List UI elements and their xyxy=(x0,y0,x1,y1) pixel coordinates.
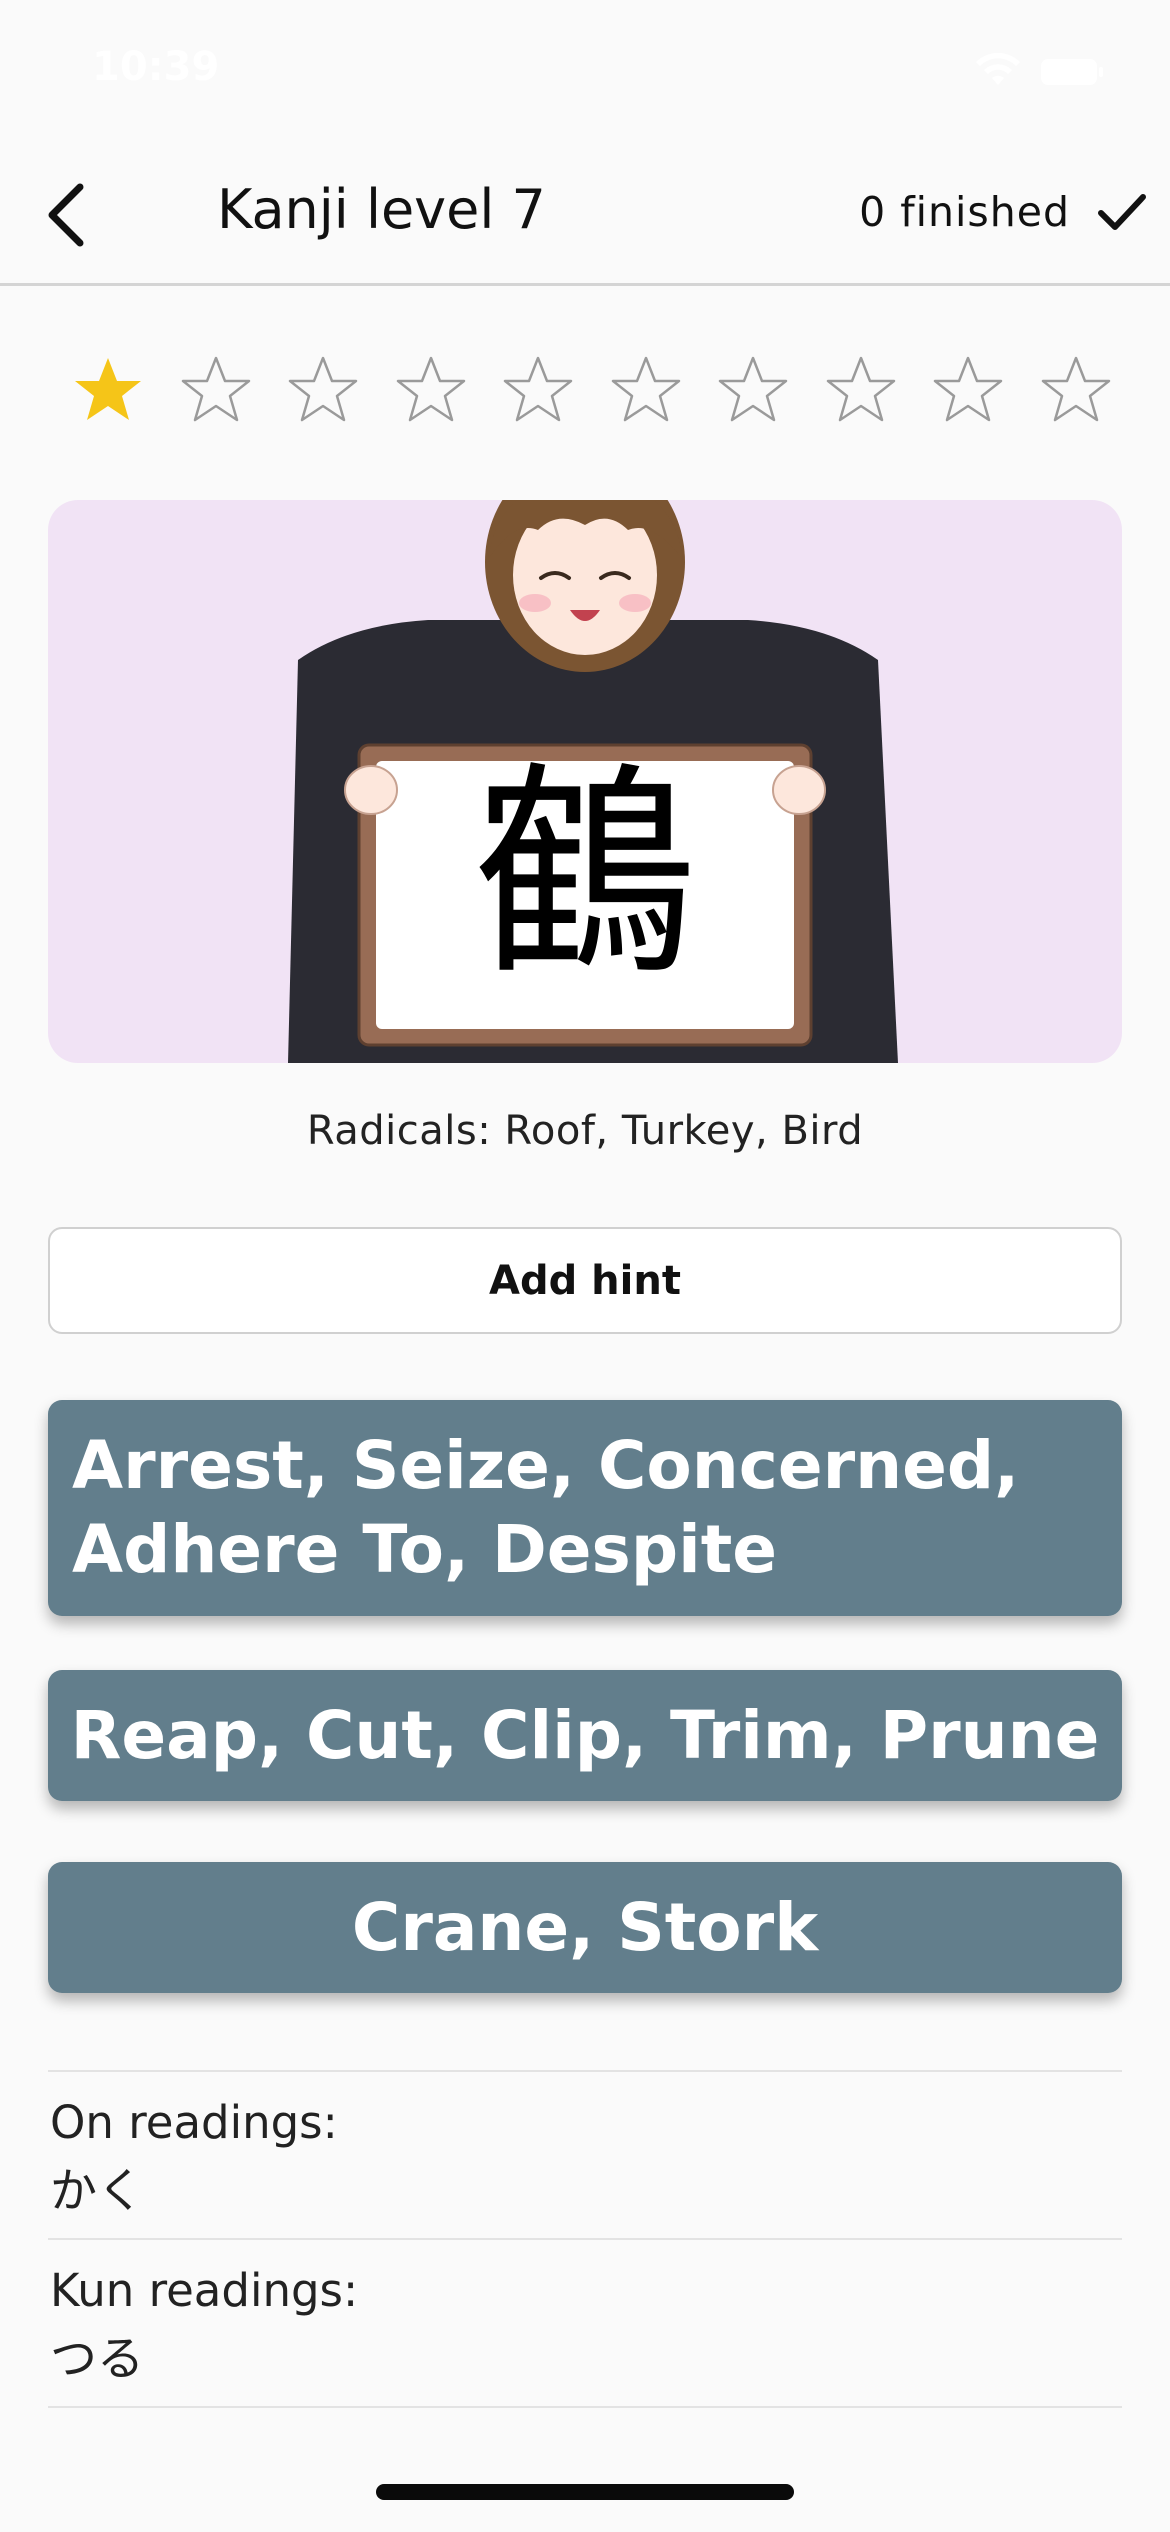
kanji-card: 鶴 xyxy=(48,500,1122,1063)
kanji-character: 鶴 xyxy=(472,744,698,1006)
progress-stars xyxy=(72,354,1112,430)
chevron-left-icon xyxy=(48,183,84,247)
star-empty-icon xyxy=(826,356,895,422)
star-empty-icon xyxy=(181,356,250,422)
answer-option-3[interactable]: Crane, Stork xyxy=(48,1862,1122,1993)
divider xyxy=(48,2070,1122,2072)
star-empty-icon xyxy=(396,356,465,422)
divider xyxy=(48,2238,1122,2240)
answer-option-1[interactable]: Arrest, Seize, Concerned, Adhere To, Des… xyxy=(48,1400,1122,1616)
page-title: Kanji level 7 xyxy=(217,178,546,241)
home-indicator[interactable] xyxy=(376,2484,794,2500)
wifi-icon xyxy=(976,52,1020,85)
checkmark-icon xyxy=(1098,194,1146,230)
on-readings-value: かく xyxy=(50,2164,144,2219)
add-hint-button[interactable]: Add hint xyxy=(48,1227,1122,1334)
divider xyxy=(48,2406,1122,2408)
star-empty-icon xyxy=(933,356,1003,422)
on-readings-label: On readings: xyxy=(50,2096,338,2149)
star-empty-icon xyxy=(718,356,788,422)
star-empty-icon xyxy=(611,356,680,422)
status-bar: 10:39 xyxy=(0,0,1170,140)
radicals-text: Radicals: Roof, Turkey, Bird xyxy=(306,1108,864,1154)
kanji-quiz-screen: 10:39 Kanji level 7 0 finished 鶴 Radical… xyxy=(0,0,1170,2532)
finished-count-label: 0 finished xyxy=(859,188,1070,236)
battery-icon xyxy=(1041,59,1103,85)
kun-readings-value: つる xyxy=(50,2332,144,2387)
star-empty-icon xyxy=(1041,356,1110,422)
navigation-bar: Kanji level 7 0 finished xyxy=(0,140,1170,286)
answer-option-2[interactable]: Reap, Cut, Clip, Trim, Prune xyxy=(48,1670,1122,1801)
star-empty-icon xyxy=(288,356,358,422)
status-time: 10:39 xyxy=(92,44,220,90)
finished-button[interactable]: 0 finished xyxy=(859,182,1148,242)
back-button[interactable] xyxy=(36,180,96,250)
kun-readings-label: Kun readings: xyxy=(50,2264,359,2317)
star-filled-icon xyxy=(75,358,141,420)
star-empty-icon xyxy=(503,356,573,422)
